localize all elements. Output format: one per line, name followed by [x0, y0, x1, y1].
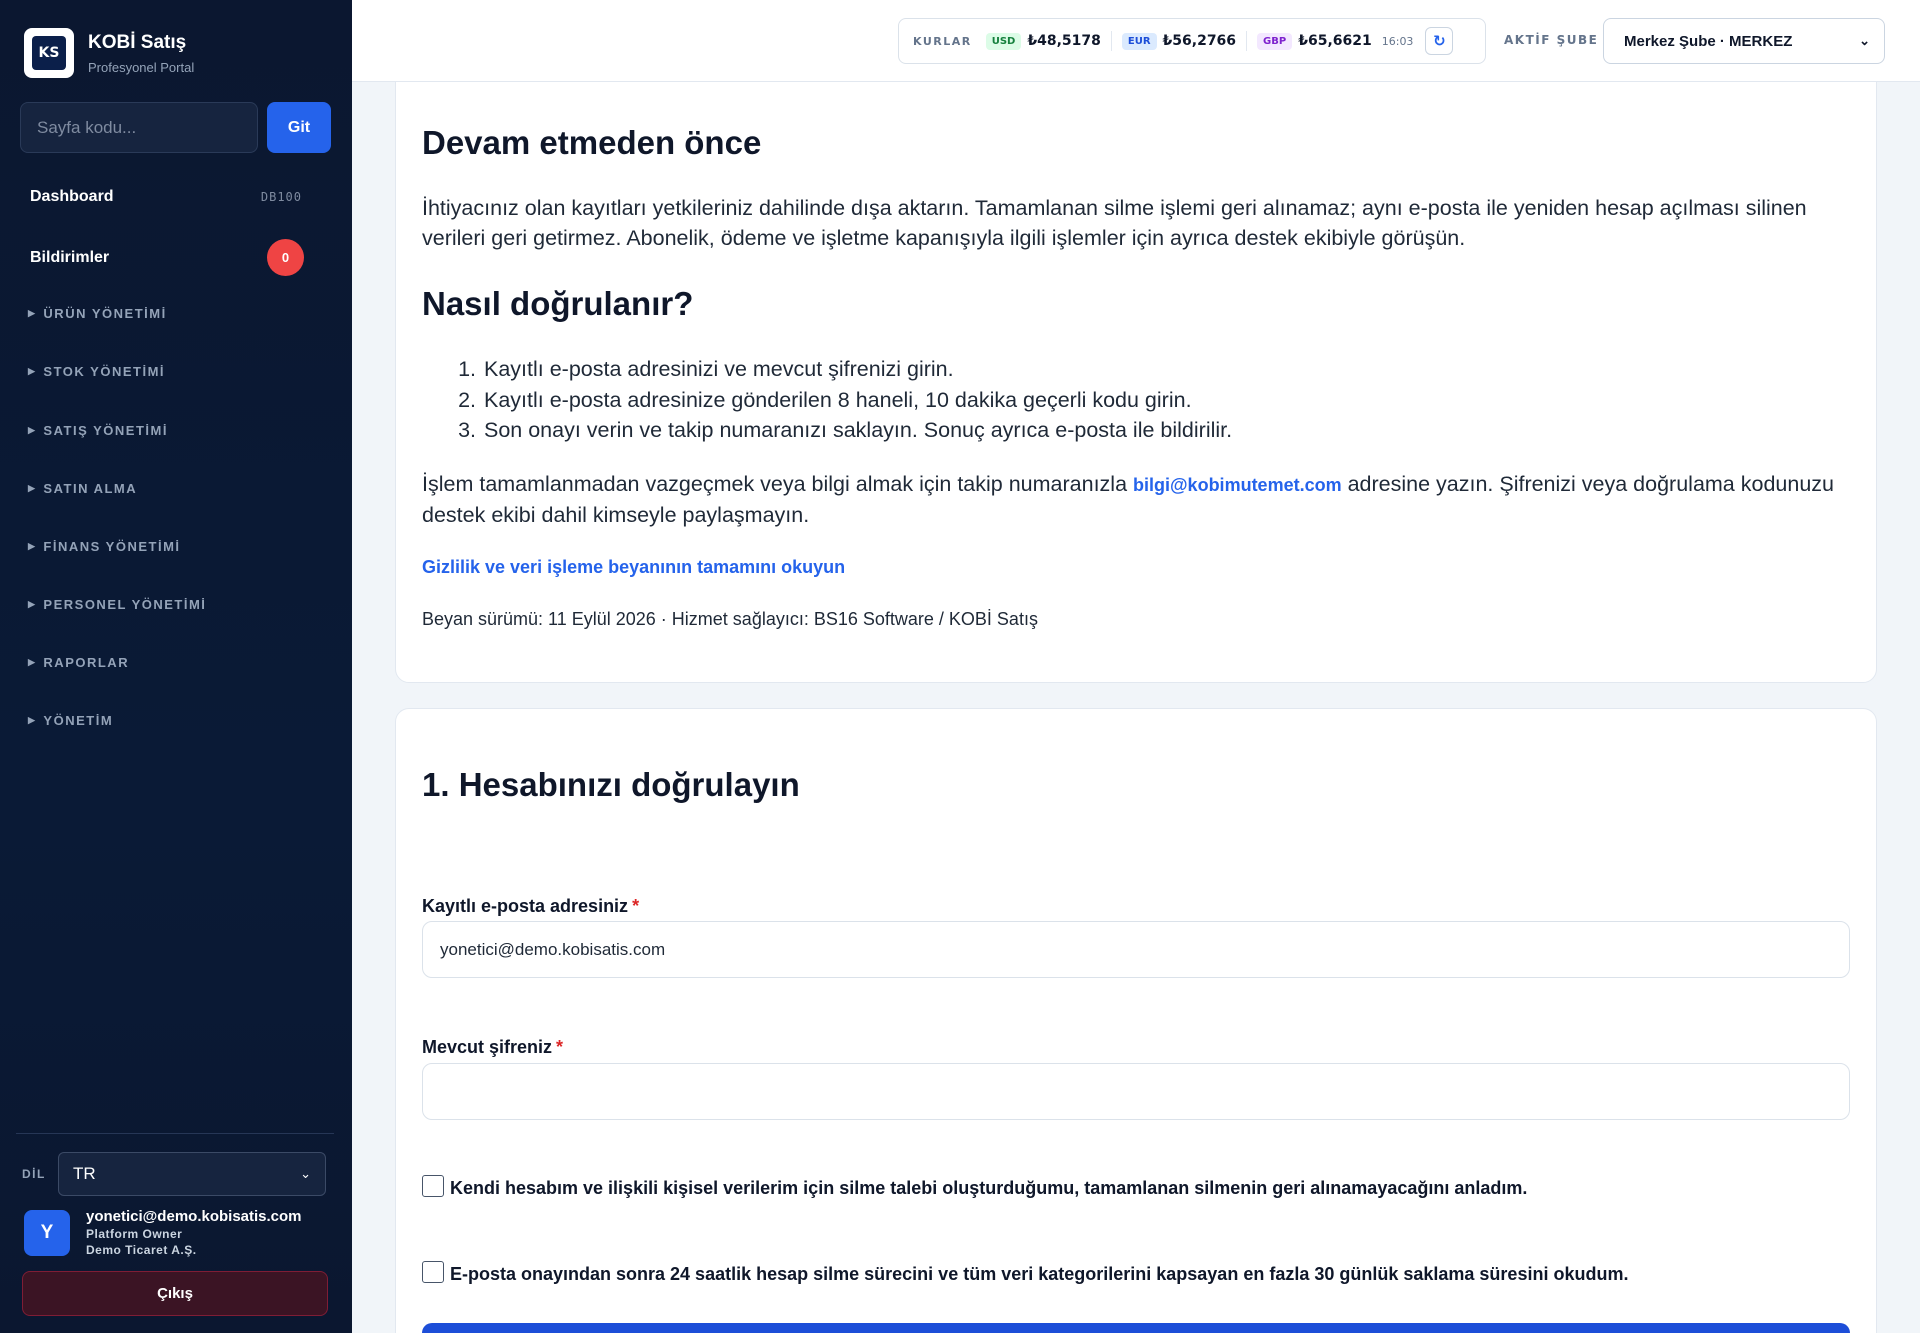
- sidebar-item-dashboard[interactable]: Dashboard DB100: [30, 188, 302, 206]
- privacy-statement-link[interactable]: Gizlilik ve veri işleme beyanının tamamı…: [422, 557, 845, 578]
- caret-right-icon: ▶: [28, 366, 37, 376]
- language-select[interactable]: TR ⌄: [58, 1152, 326, 1196]
- sidebar-section-label: SATIŞ YÖNETİMİ: [43, 423, 168, 438]
- user-role: Platform Owner: [86, 1227, 183, 1241]
- sidebar-section-yonetim[interactable]: ▶ YÖNETİM: [28, 713, 113, 728]
- caret-right-icon: ▶: [28, 308, 37, 318]
- sidebar-divider: [16, 1133, 334, 1134]
- language-row: DİL TR ⌄: [22, 1152, 326, 1196]
- app-logo: KS: [24, 28, 74, 78]
- brand-title: KOBİ Satış: [88, 31, 187, 53]
- page-code-input[interactable]: [20, 102, 258, 153]
- chevron-down-icon: ⌄: [1859, 33, 1870, 48]
- sidebar-section-label: SATIN ALMA: [43, 481, 138, 496]
- rate-separator: [1110, 31, 1112, 51]
- consent-checkbox-2[interactable]: [422, 1260, 444, 1283]
- sidebar-section-label: STOK YÖNETİMİ: [43, 364, 166, 379]
- sidebar-section-finans[interactable]: ▶ FİNANS YÖNETİMİ: [28, 539, 181, 554]
- email-field-label: Kayıtlı e-posta adresiniz *: [422, 896, 640, 916]
- topbar: KURLAR USD ₺48,5178 EUR ₺56,2766 GBP ₺65…: [352, 0, 1920, 82]
- sidebar-section-label: ÜRÜN YÖNETİMİ: [43, 306, 167, 321]
- statement-version: Beyan sürümü: 11 Eylül 2026 · Hizmet sağ…: [422, 609, 1038, 629]
- sidebar-section-label: YÖNETİM: [43, 713, 114, 728]
- consent-checkbox-1[interactable]: [422, 1174, 444, 1197]
- sidebar-section-raporlar[interactable]: ▶ RAPORLAR: [28, 655, 129, 670]
- rate-separator: [1246, 31, 1248, 51]
- page-code: DB100: [260, 190, 302, 204]
- sidebar-section-label: FİNANS YÖNETİMİ: [43, 539, 181, 554]
- sidebar-item-label: Bildirimler: [30, 248, 110, 266]
- verify-steps: 1. Kayıtlı e-posta adresinizi ve mevcut ş…: [422, 354, 1232, 446]
- sidebar-section-label: RAPORLAR: [43, 655, 130, 670]
- language-label: DİL: [22, 1167, 46, 1181]
- rates-time: 16:03: [1381, 34, 1414, 48]
- branch-select[interactable]: Merkez Şube · MERKEZ ⌄: [1603, 18, 1885, 64]
- sidebar-item-label: Dashboard: [30, 188, 114, 205]
- consent-checkbox-row-2: E-posta onayından sonra 24 saatlik hesap…: [422, 1260, 1629, 1285]
- required-marker: *: [632, 896, 640, 916]
- sidebar-section-urun[interactable]: ▶ ÜRÜN YÖNETİMİ: [28, 306, 167, 321]
- list-item: 1. Kayıtlı e-posta adresinizi ve mevcut ş…: [458, 357, 954, 381]
- contact-paragraph: İşlem tamamlanmadan vazgeçmek veya bilgi…: [422, 472, 1834, 527]
- refresh-icon[interactable]: ↻: [1425, 27, 1454, 55]
- avatar: Y: [24, 1209, 70, 1256]
- rates-label: KURLAR: [913, 34, 972, 48]
- branch-label: AKTİF ŞUBE: [1504, 33, 1599, 47]
- before-heading: Devam etmeden önce: [422, 124, 762, 161]
- form-heading: 1. Hesabınızı doğrulayın: [422, 766, 800, 803]
- consent-text-2: E-posta onayından sonra 24 saatlik hesap…: [450, 1264, 1629, 1284]
- sidebar-section-personel[interactable]: ▶ PERSONEL YÖNETİMİ: [28, 597, 206, 612]
- notification-count-badge: 0: [267, 239, 304, 276]
- consent-text-1: Kendi hesabım ve ilişkili kişisel verile…: [450, 1178, 1528, 1198]
- sidebar-section-label: PERSONEL YÖNETİMİ: [43, 597, 207, 612]
- rate-value-usd: ₺48,5178: [1027, 33, 1101, 49]
- sidebar: KS KOBİ Satış Profesyonel Portal Git Das…: [0, 0, 352, 1333]
- consent-checkbox-row-1: Kendi hesabım ve ilişkili kişisel verile…: [422, 1174, 1528, 1199]
- submit-button[interactable]: [422, 1323, 1850, 1333]
- sidebar-item-notifications[interactable]: Bildirimler 0: [30, 239, 304, 276]
- caret-right-icon: ▶: [28, 483, 37, 493]
- user-email: yonetici@demo.kobisatis.com: [86, 1208, 302, 1225]
- go-button[interactable]: Git: [267, 102, 331, 153]
- currency-tag-eur: EUR: [1121, 32, 1157, 50]
- brand[interactable]: KS KOBİ Satış Profesyonel Portal: [24, 28, 194, 78]
- user-profile: Y yonetici@demo.kobisatis.com Platform O…: [24, 1208, 302, 1257]
- list-item: 2. Kayıtlı e-posta adresinize gönderilen …: [458, 387, 1192, 412]
- logout-button[interactable]: Çıkış: [22, 1271, 328, 1316]
- currency-tag-usd: USD: [985, 32, 1022, 50]
- caret-right-icon: ▶: [28, 715, 37, 725]
- brand-subtitle: Profesyonel Portal: [88, 59, 195, 75]
- email-field[interactable]: yonetici@demo.kobisatis.com: [422, 921, 1850, 978]
- password-field-label: Mevcut şifreniz *: [422, 1037, 564, 1057]
- verify-heading: Nasıl doğrulanır?: [422, 285, 694, 322]
- chevron-down-icon: ⌄: [300, 1166, 311, 1181]
- page-code-search: Git: [20, 102, 331, 153]
- branch-value: Merkez Şube · MERKEZ: [1624, 32, 1793, 50]
- rate-value-eur: ₺56,2766: [1162, 33, 1237, 49]
- list-item: 3. Son onayı verin ve takip numaranızı sa…: [458, 418, 1233, 442]
- required-marker: *: [556, 1037, 564, 1057]
- sidebar-section-stok[interactable]: ▶ STOK YÖNETİMİ: [28, 364, 165, 379]
- sidebar-section-satin-alma[interactable]: ▶ SATIN ALMA: [28, 481, 137, 496]
- sidebar-section-satis[interactable]: ▶ SATIŞ YÖNETİMİ: [28, 423, 168, 438]
- caret-right-icon: ▶: [28, 657, 37, 667]
- before-paragraph: İhtiyacınız olan kayıtları yetkileriniz …: [422, 196, 1807, 250]
- language-value: TR: [73, 1164, 96, 1183]
- logo-mark: KS: [32, 36, 66, 70]
- password-field[interactable]: [422, 1063, 1850, 1120]
- rate-value-gbp: ₺65,6621: [1298, 33, 1372, 49]
- caret-right-icon: ▶: [28, 599, 37, 609]
- exchange-rates: KURLAR USD ₺48,5178 EUR ₺56,2766 GBP ₺65…: [898, 18, 1486, 64]
- support-email-link[interactable]: bilgi@kobimutemet.com: [1133, 475, 1342, 495]
- caret-right-icon: ▶: [28, 425, 37, 435]
- currency-tag-gbp: GBP: [1257, 32, 1293, 50]
- caret-right-icon: ▶: [28, 541, 37, 551]
- info-card: [395, 0, 1877, 683]
- user-organization: Demo Ticaret A.Ş.: [86, 1243, 197, 1257]
